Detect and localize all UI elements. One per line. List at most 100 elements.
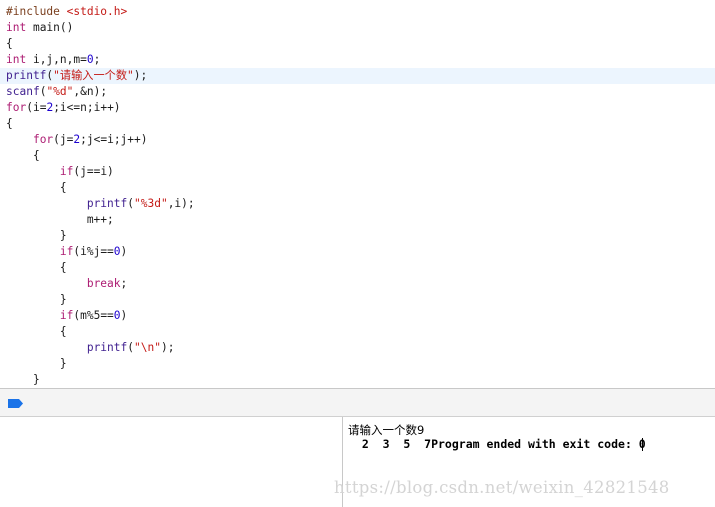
code-line[interactable]: { bbox=[0, 324, 715, 340]
code-token: ,i); bbox=[167, 197, 195, 210]
code-text: } bbox=[6, 228, 67, 244]
code-line[interactable]: break; bbox=[0, 276, 715, 292]
code-line[interactable]: printf("请输入一个数"); bbox=[0, 68, 715, 84]
code-text: { bbox=[6, 116, 13, 132]
console-output-line: 2 3 5 7Program ended with exit code: 0 bbox=[348, 437, 646, 451]
code-token: "%3d" bbox=[134, 197, 168, 210]
code-line[interactable]: } bbox=[0, 292, 715, 308]
code-text: break; bbox=[6, 276, 127, 292]
code-line[interactable]: } bbox=[0, 372, 715, 388]
code-token: i,j,n,m= bbox=[26, 53, 87, 66]
code-token: (i%j== bbox=[73, 245, 114, 258]
code-line[interactable]: for(i=2;i<=n;i++) bbox=[0, 100, 715, 116]
debug-bar bbox=[0, 388, 715, 417]
code-token: <stdio.h> bbox=[66, 5, 128, 18]
variables-view[interactable] bbox=[0, 417, 342, 507]
code-token: ( bbox=[127, 197, 134, 210]
code-token: main() bbox=[26, 21, 74, 34]
code-token: ( bbox=[127, 341, 134, 354]
console-prompt-line: 请输入一个数9 bbox=[348, 423, 425, 437]
code-token: ) bbox=[120, 309, 128, 322]
code-text: { bbox=[6, 36, 13, 52]
code-token: { bbox=[6, 117, 13, 130]
code-token: printf bbox=[86, 341, 128, 354]
code-token: ; bbox=[120, 277, 128, 290]
code-token: ;i<=n;i++) bbox=[53, 101, 121, 114]
code-line[interactable]: printf("\n"); bbox=[0, 340, 715, 356]
code-token: if bbox=[59, 245, 74, 258]
code-line[interactable]: if(i%j==0) bbox=[0, 244, 715, 260]
code-text: if(j==i) bbox=[6, 164, 114, 180]
code-line[interactable]: for(j=2;j<=i;j++) bbox=[0, 132, 715, 148]
text-caret bbox=[642, 438, 643, 451]
code-line[interactable]: } bbox=[0, 356, 715, 372]
code-text: { bbox=[6, 180, 67, 196]
code-token: (j= bbox=[53, 133, 74, 146]
code-line[interactable]: if(j==i) bbox=[0, 164, 715, 180]
code-line[interactable]: if(m%5==0) bbox=[0, 308, 715, 324]
code-token: 0 bbox=[86, 53, 94, 66]
code-token: { bbox=[6, 37, 13, 50]
code-token: (i= bbox=[26, 101, 47, 114]
code-line[interactable]: int i,j,n,m=0; bbox=[0, 52, 715, 68]
code-line[interactable]: { bbox=[0, 260, 715, 276]
code-text: if(m%5==0) bbox=[6, 308, 127, 324]
watermark: https://blog.csdn.net/weixin_42821548 bbox=[334, 478, 670, 497]
code-line[interactable]: m++; bbox=[0, 212, 715, 228]
code-text: } bbox=[6, 292, 67, 308]
code-text: if(i%j==0) bbox=[6, 244, 127, 260]
code-token: } bbox=[6, 357, 67, 370]
code-text: int i,j,n,m=0; bbox=[6, 52, 100, 68]
code-token: { bbox=[6, 181, 67, 194]
code-editor[interactable]: #include <stdio.h> int main(){int i,j,n,m… bbox=[0, 0, 715, 388]
breakpoints-toggle-icon[interactable] bbox=[8, 399, 23, 408]
code-text: int main() bbox=[6, 20, 73, 36]
code-token: int bbox=[6, 21, 27, 34]
code-line[interactable]: scanf("%d",&n); bbox=[0, 84, 715, 100]
code-line[interactable]: { bbox=[0, 116, 715, 132]
code-line[interactable]: #include <stdio.h> bbox=[0, 4, 715, 20]
code-token: if bbox=[59, 309, 74, 322]
code-token: ) bbox=[120, 245, 128, 258]
code-line[interactable]: { bbox=[0, 36, 715, 52]
code-text: printf("\n"); bbox=[6, 340, 175, 356]
code-token: scanf bbox=[6, 85, 40, 98]
code-token: 0 bbox=[113, 245, 121, 258]
code-token: } bbox=[6, 373, 40, 386]
code-token: if bbox=[59, 165, 74, 178]
code-text: printf("请输入一个数"); bbox=[6, 68, 147, 84]
code-token: "请输入一个数" bbox=[53, 69, 134, 82]
code-text: { bbox=[6, 260, 67, 276]
code-text: } bbox=[6, 372, 40, 388]
code-token: { bbox=[6, 261, 67, 274]
code-line[interactable]: { bbox=[0, 148, 715, 164]
code-token: { bbox=[6, 149, 40, 162]
code-text: m++; bbox=[6, 212, 114, 228]
code-token: { bbox=[6, 325, 67, 338]
code-text: for(j=2;j<=i;j++) bbox=[6, 132, 148, 148]
code-token: int bbox=[6, 53, 27, 66]
code-token: break bbox=[86, 277, 121, 290]
code-token: } bbox=[6, 229, 67, 242]
code-token: for bbox=[32, 133, 54, 146]
code-line[interactable]: printf("%3d",i); bbox=[0, 196, 715, 212]
code-token: (m%5== bbox=[73, 309, 114, 322]
code-line[interactable]: int main() bbox=[0, 20, 715, 36]
code-text: } bbox=[6, 356, 67, 372]
code-token: ); bbox=[160, 341, 175, 354]
code-line[interactable]: { bbox=[0, 180, 715, 196]
code-token: } bbox=[6, 293, 67, 306]
code-token: printf bbox=[86, 197, 128, 210]
code-token: #include bbox=[6, 5, 67, 18]
code-line[interactable]: } bbox=[0, 228, 715, 244]
code-token: "\n" bbox=[134, 341, 161, 354]
code-token: ;j<=i;j++) bbox=[80, 133, 148, 146]
code-token: ); bbox=[133, 69, 148, 82]
code-token: 0 bbox=[113, 309, 121, 322]
code-token: ; bbox=[93, 53, 101, 66]
